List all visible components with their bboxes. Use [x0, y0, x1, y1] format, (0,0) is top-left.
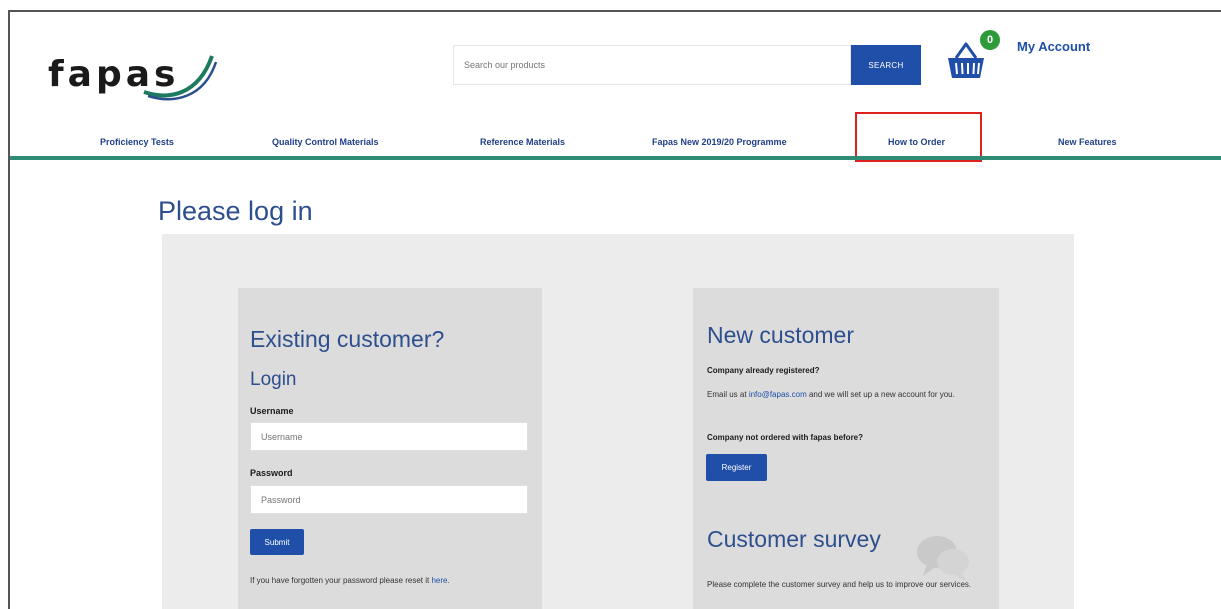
email-link[interactable]: info@fapas.com [749, 390, 807, 399]
email-instructions: Email us at info@fapas.com and we will s… [707, 388, 977, 401]
new-customer-heading: New customer [707, 322, 854, 348]
basket-count-badge: 0 [980, 30, 1000, 50]
email-prefix: Email us at [707, 390, 747, 399]
logo-swoosh-icon [143, 55, 218, 101]
survey-text: Please complete the customer survey and … [707, 580, 972, 589]
username-label: Username [250, 406, 294, 416]
chat-bubble-icon [917, 536, 969, 582]
email-suffix: and we will set up a new account for you… [808, 390, 955, 399]
search-input[interactable] [453, 45, 851, 85]
login-heading: Login [250, 369, 297, 390]
nav-highlight-box [855, 112, 982, 162]
browser-frame: fapas SEARCH 0 My Account Proficiency Te… [8, 10, 1221, 609]
password-label: Password [250, 468, 293, 478]
password-input[interactable] [250, 485, 528, 514]
register-button[interactable]: Register [706, 454, 767, 481]
main-nav: Proficiency Tests Quality Control Materi… [10, 130, 1221, 158]
nav-item-programme[interactable]: Fapas New 2019/20 Programme [652, 137, 787, 147]
forgot-password-message: If you have forgotten your password plea… [250, 576, 430, 585]
my-account-link[interactable]: My Account [1017, 39, 1090, 54]
company-registered-question: Company already registered? [707, 366, 820, 375]
existing-customer-heading: Existing customer? [250, 326, 445, 352]
search-button[interactable]: SEARCH [851, 45, 921, 85]
reset-password-link[interactable]: here. [431, 576, 449, 585]
nav-item-proficiency-tests[interactable]: Proficiency Tests [100, 137, 174, 147]
fapas-logo[interactable]: fapas [48, 48, 218, 108]
username-input[interactable] [250, 422, 528, 451]
submit-button[interactable]: Submit [250, 529, 304, 555]
nav-item-new-features[interactable]: New Features [1058, 137, 1117, 147]
nav-item-reference-materials[interactable]: Reference Materials [480, 137, 565, 147]
not-ordered-question: Company not ordered with fapas before? [707, 433, 864, 442]
nav-item-quality-control-materials[interactable]: Quality Control Materials [272, 137, 379, 147]
page-title: Please log in [158, 196, 313, 226]
forgot-password-text: If you have forgotten your password plea… [250, 576, 450, 585]
customer-survey-heading: Customer survey [707, 526, 881, 552]
nav-divider [10, 156, 1221, 160]
